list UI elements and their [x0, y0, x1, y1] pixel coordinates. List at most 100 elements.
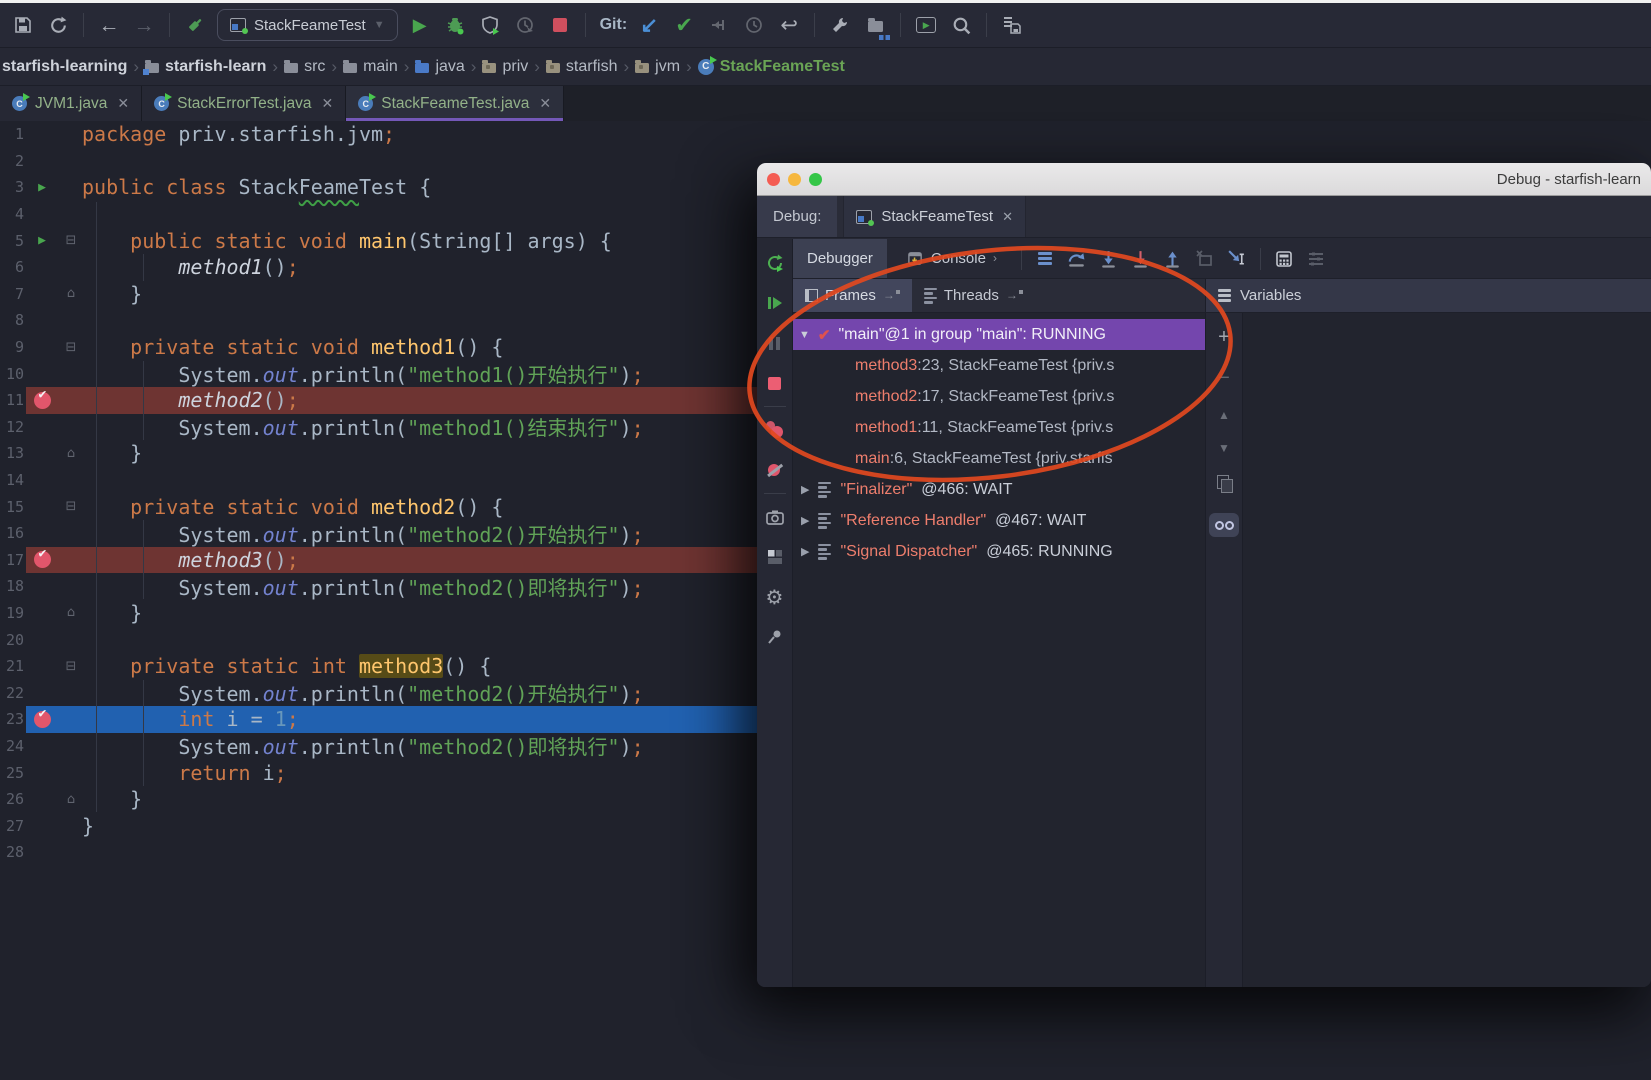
resume-icon[interactable] — [757, 283, 792, 323]
breadcrumb-item-main[interactable]: main — [343, 58, 398, 76]
fold-open-icon[interactable]: ⊟ — [60, 499, 82, 514]
close-tab-icon[interactable]: ✕ — [117, 95, 129, 112]
minimize-window-icon[interactable] — [788, 173, 801, 186]
sync-icon[interactable] — [45, 12, 71, 38]
breakpoint-icon[interactable] — [34, 711, 51, 728]
fold-close-icon[interactable]: ⌂ — [60, 446, 82, 461]
close-tab-icon[interactable]: ✕ — [322, 95, 334, 112]
thread-dump-camera-icon[interactable] — [757, 497, 792, 537]
breakpoint-icon[interactable] — [34, 392, 51, 409]
stop-debug-icon[interactable] — [757, 363, 792, 403]
variables-panel[interactable] — [1243, 313, 1651, 987]
tab-console[interactable]: Console › — [893, 239, 1011, 278]
breadcrumb-item-java[interactable]: java — [415, 58, 464, 76]
settings-gear-icon[interactable]: ⚙ — [757, 577, 792, 617]
breadcrumb-item-starfish-learn[interactable]: starfish-learn — [145, 58, 266, 76]
thread-row[interactable]: ▶"Reference Handler"@467: WAIT — [793, 505, 1205, 536]
save-icon[interactable] — [10, 12, 36, 38]
close-window-icon[interactable] — [767, 173, 780, 186]
main-thread-row[interactable]: ▼✔"main"@1 in group "main": RUNNING — [793, 319, 1205, 350]
evaluate-expression-icon[interactable] — [1271, 246, 1297, 272]
view-breakpoints-icon[interactable] — [757, 410, 792, 450]
run-arrow-icon[interactable]: ▶ — [38, 233, 46, 248]
chevron-down-icon[interactable]: ▼ — [799, 329, 810, 341]
git-merge-icon[interactable] — [706, 12, 732, 38]
run-icon[interactable]: ▶ — [407, 12, 433, 38]
show-execution-point-icon[interactable] — [1032, 246, 1058, 272]
build-hammer-icon[interactable] — [182, 12, 208, 38]
show-watches-icon[interactable] — [1209, 513, 1239, 537]
close-tab-icon[interactable]: ✕ — [539, 95, 551, 112]
terminal-icon[interactable]: ▶ — [913, 12, 939, 38]
restore-layout-icon[interactable] — [757, 537, 792, 577]
save-all-icon[interactable] — [999, 12, 1025, 38]
chevron-right-icon[interactable]: ▶ — [801, 545, 809, 558]
layout-settings-icon[interactable] — [1303, 246, 1329, 272]
thread-row[interactable]: ▶"Finalizer"@466: WAIT — [793, 474, 1205, 505]
wrench-icon[interactable] — [827, 12, 853, 38]
stack-frame-row[interactable]: method2:17, StackFeameTest {priv.s — [793, 381, 1205, 412]
debug-window-titlebar[interactable]: Debug - starfish-learn — [757, 163, 1651, 196]
profiler-icon[interactable] — [512, 12, 538, 38]
rerun-icon[interactable] — [757, 243, 792, 283]
run-configuration-select[interactable]: StackFeameTest ▼ — [217, 9, 398, 41]
chevron-right-icon[interactable]: ▶ — [801, 514, 809, 527]
chevron-right-icon[interactable]: ▶ — [801, 483, 809, 496]
thread-row[interactable]: ▶"Signal Dispatcher"@465: RUNNING — [793, 536, 1205, 567]
breadcrumb-item-src[interactable]: src — [284, 58, 325, 76]
editor-tab-JVM1.java[interactable]: CJVM1.java✕ — [0, 86, 142, 121]
editor-tab-StackFeameTest.java[interactable]: CStackFeameTest.java✕ — [346, 86, 564, 121]
editor-tab-StackErrorTest.java[interactable]: CStackErrorTest.java✕ — [142, 86, 346, 121]
coverage-shield-icon[interactable] — [477, 12, 503, 38]
back-icon[interactable]: ← — [96, 12, 122, 38]
project-structure-icon[interactable] — [862, 12, 888, 38]
fold-close-icon[interactable]: ⌂ — [60, 605, 82, 620]
git-update-icon[interactable]: ↙ — [636, 12, 662, 38]
rollback-icon[interactable]: ↩ — [776, 12, 802, 38]
move-down-icon[interactable]: ▼ — [1218, 442, 1230, 454]
mute-breakpoints-icon[interactable] — [757, 450, 792, 490]
fold-open-icon[interactable]: ⊟ — [60, 659, 82, 674]
breadcrumb-item-starfish[interactable]: starfish — [546, 58, 618, 76]
code-line-1[interactable]: 1package priv.starfish.jvm; — [0, 121, 1651, 148]
force-step-into-icon[interactable] — [1128, 246, 1154, 272]
step-into-icon[interactable] — [1096, 246, 1122, 272]
search-icon[interactable] — [948, 12, 974, 38]
pin-icon[interactable] — [757, 617, 792, 657]
duplicate-icon[interactable] — [1217, 475, 1232, 492]
remove-watch-icon[interactable]: − — [1218, 368, 1230, 388]
close-icon[interactable]: ✕ — [1002, 209, 1013, 225]
debug-bug-icon[interactable] — [442, 12, 468, 38]
debug-session-tab[interactable]: StackFeameTest ✕ — [843, 196, 1026, 237]
git-history-icon[interactable] — [741, 12, 767, 38]
add-watch-icon[interactable]: + — [1218, 327, 1230, 347]
tab-debugger[interactable]: Debugger — [793, 239, 887, 278]
fold-close-icon[interactable]: ⌂ — [60, 792, 82, 807]
git-commit-icon[interactable]: ✔ — [671, 12, 697, 38]
drop-frame-icon[interactable] — [1192, 246, 1218, 272]
run-arrow-icon[interactable]: ▶ — [38, 180, 46, 195]
code-text: } — [82, 441, 142, 465]
tab-threads[interactable]: Threads → — [912, 279, 1035, 312]
breakpoint-icon[interactable] — [34, 551, 51, 568]
stop-icon[interactable] — [547, 12, 573, 38]
fold-open-icon[interactable]: ⊟ — [60, 340, 82, 355]
forward-icon[interactable]: → — [131, 12, 157, 38]
run-to-cursor-icon[interactable] — [1224, 246, 1250, 272]
move-up-icon[interactable]: ▲ — [1218, 409, 1230, 421]
stack-frame-row[interactable]: main:6, StackFeameTest {priv.starfis — [793, 443, 1205, 474]
fold-open-icon[interactable]: ⊟ — [60, 233, 82, 248]
breadcrumb-item-priv[interactable]: priv — [482, 58, 528, 76]
fold-close-icon[interactable]: ⌂ — [60, 286, 82, 301]
stack-frame-row[interactable]: method3:23, StackFeameTest {priv.s — [793, 350, 1205, 381]
breadcrumb-item-jvm[interactable]: jvm — [635, 58, 680, 76]
frames-threads-list[interactable]: ▼✔"main"@1 in group "main": RUNNINGmetho… — [793, 313, 1205, 987]
tab-frames[interactable]: Frames → — [793, 279, 912, 312]
breadcrumb-item-StackFeameTest[interactable]: CStackFeameTest — [698, 58, 845, 76]
step-over-icon[interactable] — [1064, 246, 1090, 272]
maximize-window-icon[interactable] — [809, 173, 822, 186]
pause-icon[interactable] — [757, 323, 792, 363]
breadcrumb-item-starfish-learning[interactable]: starfish-learning — [2, 58, 127, 76]
stack-frame-row[interactable]: method1:11, StackFeameTest {priv.s — [793, 412, 1205, 443]
step-out-icon[interactable] — [1160, 246, 1186, 272]
